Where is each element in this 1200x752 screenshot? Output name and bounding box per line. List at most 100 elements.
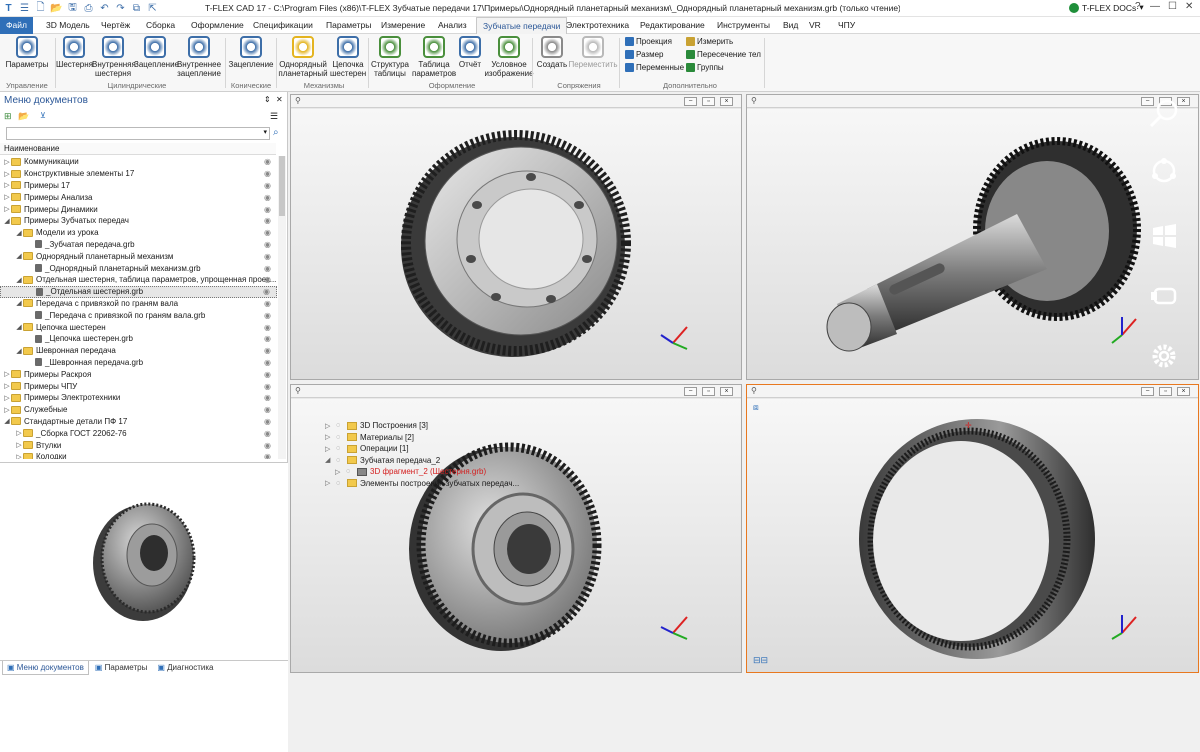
model-tree-item[interactable]: ◢ ◌ Зубчатая передача_2	[325, 456, 440, 465]
expand-icon[interactable]: ◢	[3, 417, 11, 425]
visibility-icon[interactable]: ◌	[336, 422, 347, 429]
menu-item-5[interactable]: Спецификации	[247, 17, 319, 34]
expand-icon[interactable]: ▷	[325, 433, 336, 441]
tab-parameters[interactable]: ▣ Параметры	[91, 661, 151, 675]
split-view-icon[interactable]: ⊟⊟	[753, 655, 768, 666]
viewport-bottom-right[interactable]: ⚲ − ▫ × ✛ ⧈ ⊟⊟	[746, 384, 1199, 673]
visibility-eye-icon[interactable]: ◉	[264, 441, 271, 450]
menu-item-10[interactable]: Электротехника	[560, 17, 635, 34]
tree-item[interactable]: _Однорядный планетарный механизм.grb ◉	[0, 262, 277, 274]
visibility-eye-icon[interactable]: ◉	[264, 417, 271, 426]
expand-icon[interactable]: ▷	[325, 445, 336, 453]
model-tree-item[interactable]: ▷ ◌ Материалы [2]	[325, 433, 414, 442]
column-header[interactable]: Наименование	[0, 143, 276, 155]
viewport-pin-icon[interactable]: ⚲	[295, 96, 301, 105]
ribbon-button-13[interactable]: Переместить	[568, 36, 618, 70]
visibility-eye-icon[interactable]: ◉	[264, 216, 271, 225]
viewport-top-right[interactable]: ⚲ − ▫ ×	[746, 94, 1199, 380]
tree-item[interactable]: ▷ Конструктивные элементы 17 ◉	[0, 168, 277, 180]
ribbon-small-4[interactable]: Пересечение тел	[686, 50, 761, 59]
model-tree-item[interactable]: ▷ ◌ Операции [1]	[325, 444, 409, 453]
viewport-minimize-icon[interactable]: −	[684, 97, 697, 106]
visibility-eye-icon[interactable]: ◉	[264, 169, 271, 178]
save-icon[interactable]: 🖫	[67, 0, 78, 17]
tree-item[interactable]: ▷ Служебные ◉	[0, 404, 277, 416]
tree-item[interactable]: ◢ Шевронная передача ◉	[0, 345, 277, 357]
open-icon[interactable]: 📂	[50, 3, 62, 14]
visibility-eye-icon[interactable]: ◉	[264, 393, 271, 402]
menu-item-6[interactable]: Параметры	[320, 17, 377, 34]
ribbon-small-1[interactable]: Размер	[625, 50, 664, 59]
redo-icon[interactable]: ↷	[115, 3, 126, 14]
tree-item[interactable]: ▷ Колодки ◉	[0, 451, 277, 459]
expand-icon[interactable]: ◢	[15, 299, 23, 307]
device-icon[interactable]	[1147, 279, 1181, 313]
orbit-icon[interactable]	[1147, 154, 1181, 188]
search-input[interactable]: ▾	[6, 127, 270, 140]
expand-icon[interactable]: ◢	[15, 347, 23, 355]
tree-item[interactable]: ▷ Примеры Анализа ◉	[0, 191, 277, 203]
menu-item-9[interactable]: Зубчатые передачи	[476, 17, 568, 34]
ribbon-small-5[interactable]: Группы	[686, 63, 724, 72]
new-icon[interactable]: 🗋	[35, 0, 46, 17]
tree-item[interactable]: ▷ Примеры 17 ◉	[0, 180, 277, 192]
tree-item[interactable]: _Зубчатая передача.grb ◉	[0, 239, 277, 251]
ribbon-button-12[interactable]: Создать	[536, 36, 568, 70]
cursor-icon[interactable]: ⇱	[147, 3, 158, 14]
tree-item[interactable]: _Отдельная шестерня.grb ◉	[0, 285, 277, 298]
visibility-eye-icon[interactable]: ◉	[264, 370, 271, 379]
expand-icon[interactable]: ▷	[15, 453, 23, 459]
ribbon-button-9[interactable]: Таблица параметров	[412, 36, 456, 78]
menu-item-3[interactable]: Сборка	[140, 17, 181, 34]
tree-item[interactable]: _Шевронная передача.grb ◉	[0, 357, 277, 369]
expand-icon[interactable]: ◢	[15, 229, 23, 237]
visibility-eye-icon[interactable]: ◉	[264, 157, 271, 166]
viewport-minimize-icon[interactable]: −	[1141, 387, 1154, 396]
menu-item-15[interactable]: ЧПУ	[832, 17, 861, 34]
expand-icon[interactable]: ▷	[3, 181, 11, 189]
ribbon-button-11[interactable]: Условное изображение	[484, 36, 534, 78]
ribbon-button-10[interactable]: Отчёт	[456, 36, 484, 70]
menu-icon[interactable]: ☰	[19, 3, 30, 14]
ribbon-button-7[interactable]: Цепочка шестерен	[330, 36, 366, 78]
visibility-eye-icon[interactable]: ◉	[264, 334, 271, 343]
viewport-pin-icon[interactable]: ⚲	[295, 386, 301, 395]
expand-icon[interactable]: ▷	[3, 394, 11, 402]
tree-item[interactable]: ▷ Примеры Раскроя ◉	[0, 368, 277, 380]
undo-icon[interactable]: ↶	[99, 3, 110, 14]
windows-icon[interactable]	[1147, 219, 1181, 253]
viewport-restore-icon[interactable]: ▫	[1159, 387, 1172, 396]
visibility-eye-icon[interactable]: ◉	[264, 405, 271, 414]
docs-button[interactable]: T-FLEX DOCs ▾	[1069, 2, 1144, 13]
menu-item-11[interactable]: Редактирование	[634, 17, 711, 34]
pin-icon[interactable]: ⇕	[264, 95, 271, 104]
viewport-close-icon[interactable]: ×	[720, 97, 733, 106]
visibility-eye-icon[interactable]: ◉	[264, 264, 271, 273]
visibility-eye-icon[interactable]: ◉	[264, 452, 271, 459]
visibility-eye-icon[interactable]: ◉	[264, 181, 271, 190]
menu-item-7[interactable]: Измерение	[375, 17, 431, 34]
ribbon-button-8[interactable]: Структура таблицы	[370, 36, 410, 78]
minimize-icon[interactable]: —	[1150, 1, 1160, 12]
expand-icon[interactable]: ▷	[3, 158, 11, 166]
layers-icon[interactable]: ⧉	[131, 3, 142, 14]
tree-item[interactable]: ▷ Примеры ЧПУ ◉	[0, 380, 277, 392]
zoom-icon[interactable]	[1147, 97, 1181, 131]
ribbon-small-0[interactable]: Проекция	[625, 37, 672, 46]
tree-item[interactable]: ◢ Отдельная шестерня, таблица параметров,…	[0, 274, 277, 286]
viewport-bottom-left[interactable]: ⚲ − ▫ × ▷ ◌ 3D Построения [3] ▷ ◌ Материалы […	[290, 384, 742, 673]
model-tree-item[interactable]: ▷ ◌ 3D фрагмент_2 (Шестерня.grb)	[335, 467, 486, 476]
ribbon-button-0[interactable]: Параметры	[0, 36, 54, 70]
tree-item[interactable]: ▷ Коммуникации ◉	[0, 156, 277, 168]
tree-item[interactable]: ▷ Примеры Динамики ◉	[0, 203, 277, 215]
menu-item-14[interactable]: VR	[803, 17, 827, 34]
add-icon[interactable]: ⊞	[4, 111, 12, 122]
visibility-eye-icon[interactable]: ◉	[264, 358, 271, 367]
visibility-eye-icon[interactable]: ◉	[264, 240, 271, 249]
tree-item[interactable]: ◢ Стандартные детали ПФ 17 ◉	[0, 416, 277, 428]
viewport-close-icon[interactable]: ×	[1177, 387, 1190, 396]
ribbon-button-1[interactable]: Шестерня	[56, 36, 93, 70]
tree-item[interactable]: ▷ Втулки ◉	[0, 439, 277, 451]
visibility-eye-icon[interactable]: ◉	[264, 193, 271, 202]
tree-item[interactable]: ◢ Цепочка шестерен ◉	[0, 321, 277, 333]
